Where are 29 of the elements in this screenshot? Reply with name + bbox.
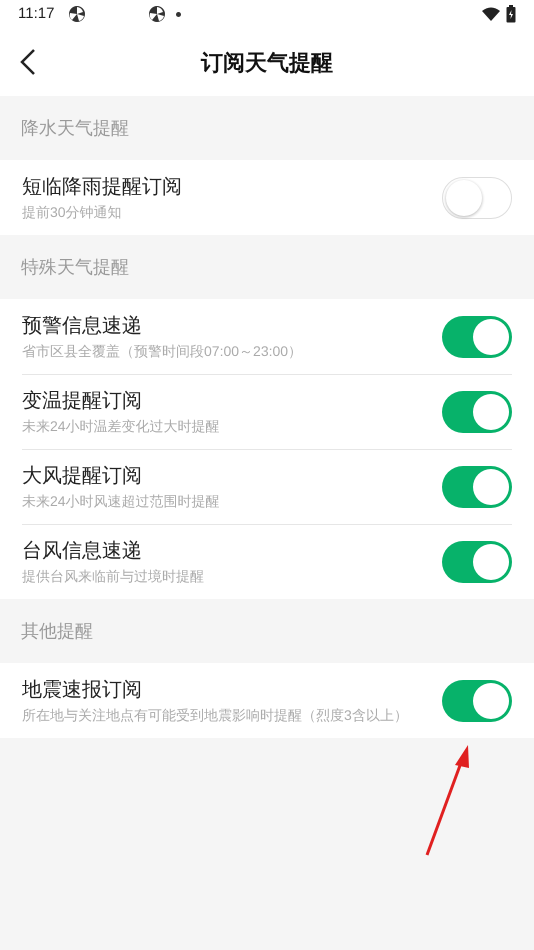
setting-description: 提供台风来临前与过境时提醒	[22, 567, 205, 586]
wifi-icon	[482, 7, 500, 21]
toggle-switch[interactable]	[442, 391, 512, 433]
setting-title: 地震速报订阅	[22, 678, 143, 702]
notification-icon	[68, 5, 86, 23]
toggle-switch[interactable]	[442, 316, 512, 358]
dot-icon	[176, 12, 182, 16]
battery-icon	[506, 5, 516, 23]
back-icon[interactable]	[20, 49, 36, 75]
notification-icon	[148, 5, 166, 23]
setting-title: 台风信息速递	[22, 539, 143, 564]
section-header: 特殊天气提醒	[21, 256, 129, 278]
section-header: 其他提醒	[21, 620, 93, 642]
setting-title: 预警信息速递	[22, 314, 143, 338]
toggle-switch[interactable]	[442, 176, 512, 218]
setting-description: 所在地与关注地点有可能受到地震影响时提醒（烈度3含以上）	[22, 706, 409, 724]
page-title: 订阅天气提醒	[201, 48, 333, 76]
setting-title: 大风提醒订阅	[22, 464, 143, 489]
toggle-switch[interactable]	[442, 466, 512, 508]
setting-description: 未来24小时风速超过范围时提醒	[22, 492, 221, 511]
toggle-switch[interactable]	[442, 541, 512, 583]
setting-description: 省市区县全覆盖（预警时间段07:00～23:00）	[22, 342, 304, 360]
status-time: 11:17	[18, 4, 54, 24]
setting-description: 未来24小时温差变化过大时提醒	[22, 417, 221, 436]
toggle-switch[interactable]	[442, 680, 512, 722]
setting-title: 变温提醒订阅	[22, 389, 143, 414]
section-header: 降水天气提醒	[21, 116, 129, 140]
setting-title: 短临降雨提醒订阅	[22, 174, 183, 200]
setting-description: 提前30分钟通知	[22, 202, 123, 222]
